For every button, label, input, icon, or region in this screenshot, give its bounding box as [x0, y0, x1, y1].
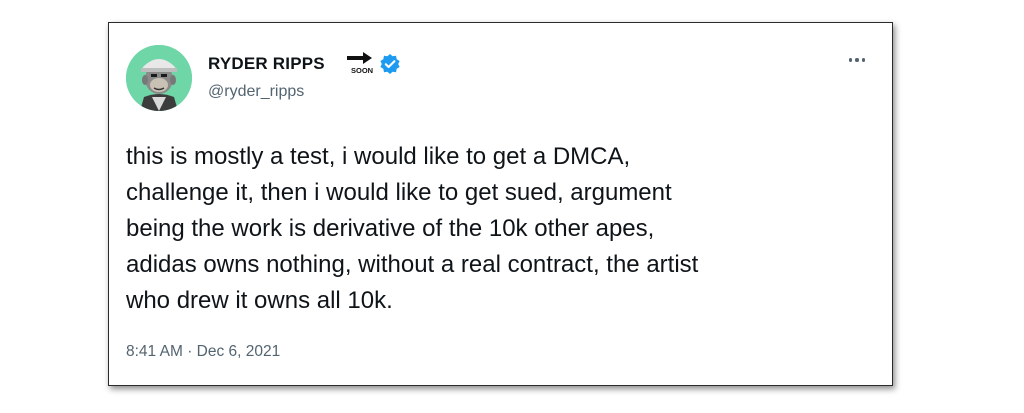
- verified-badge-icon: [379, 53, 401, 75]
- tweet-time: 8:41 AM: [126, 343, 183, 360]
- ape-avatar-icon: [126, 45, 192, 111]
- tweet-text-line: who drew it owns all 10k.: [126, 287, 393, 314]
- tweet-text: this is mostly a test, i would like to g…: [126, 139, 876, 319]
- more-dot-icon: [861, 58, 866, 62]
- meta-separator: ·: [187, 343, 193, 360]
- tweet-text-line: adidas owns nothing, without a real cont…: [126, 251, 699, 278]
- user-handle[interactable]: @ryder_ripps: [208, 83, 304, 101]
- tweet-date: Dec 6, 2021: [196, 343, 281, 360]
- display-name[interactable]: RYDER RIPPS: [208, 54, 325, 74]
- avatar[interactable]: [126, 45, 192, 111]
- name-badges: SOON: [345, 49, 401, 79]
- more-options-button[interactable]: [846, 53, 868, 67]
- soon-emoji-label: SOON: [351, 66, 373, 75]
- tweet-text-line: challenge it, then i would like to get s…: [126, 179, 672, 206]
- soon-arrow-icon: SOON: [345, 49, 375, 75]
- more-dot-icon: [848, 58, 853, 62]
- tweet-timestamp[interactable]: 8:41 AM · Dec 6, 2021: [126, 343, 280, 361]
- tweet-text-line: being the work is derivative of the 10k …: [126, 215, 655, 242]
- tweet-card[interactable]: RYDER RIPPS SOON @ryder_ripps this is mo…: [108, 22, 893, 386]
- more-dot-icon: [855, 58, 859, 62]
- tweet-text-line: this is mostly a test, i would like to g…: [126, 143, 631, 170]
